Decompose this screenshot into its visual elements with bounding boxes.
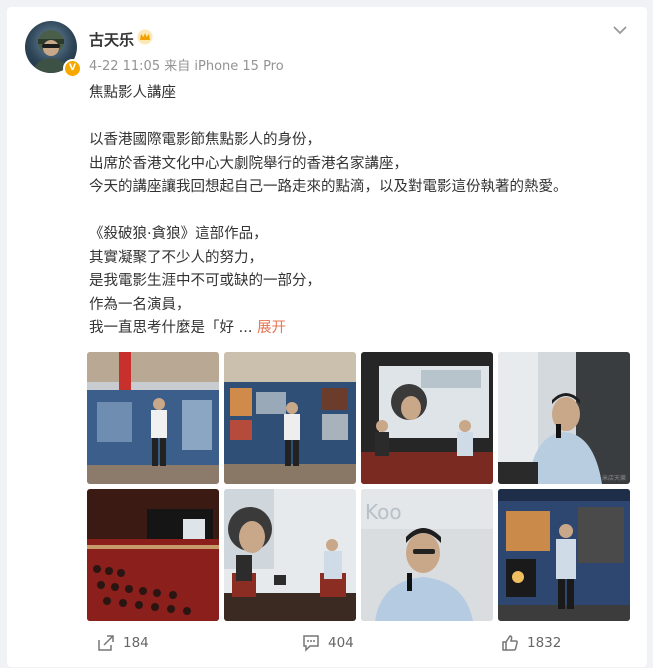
photo-watermark: 米店天樂 <box>602 474 626 482</box>
weibo-post-card: V 古天乐 4-22 11:05 来自 iPhone 15 Pro 焦點影人講座… <box>7 7 647 667</box>
comment-icon <box>303 635 319 652</box>
post-line: 《殺破狼·貪狼》這部作品， <box>89 226 268 242</box>
timestamp[interactable]: 4-22 11:05 <box>89 59 160 74</box>
share-button[interactable]: 184 <box>97 625 149 661</box>
action-bar: 184 404 1832 <box>7 625 647 661</box>
post-meta: 4-22 11:05 来自 iPhone 15 Pro <box>89 55 284 74</box>
like-button[interactable]: 1832 <box>501 625 561 661</box>
expand-link[interactable]: 展开 <box>257 320 286 336</box>
chevron-down-icon[interactable] <box>610 20 630 40</box>
share-count: 184 <box>123 635 149 651</box>
username[interactable]: 古天乐 <box>89 29 134 50</box>
share-icon <box>98 635 114 651</box>
post-line-last: 我一直思考什麼是「好 ... 展开 <box>89 317 619 341</box>
post-line: 今天的講座讓我回想起自己一路走來的點滴，以及對電影這份執著的熱愛。 <box>89 179 568 195</box>
crown-icon <box>137 29 153 45</box>
like-count: 1832 <box>527 635 562 651</box>
photo-closeup-smile[interactable]: Koo <box>361 489 493 621</box>
post-line: 焦點影人講座 <box>89 85 176 101</box>
verified-badge-icon: V <box>63 59 82 78</box>
post-source: 来自 iPhone 15 Pro <box>164 59 284 74</box>
photo-exhibition-standing[interactable] <box>87 352 219 484</box>
post-line-truncated: 我一直思考什麼是「好 <box>89 320 239 336</box>
comment-count: 404 <box>328 635 354 651</box>
comment-button[interactable]: 404 <box>302 625 354 661</box>
post-text: 焦點影人講座 以香港國際電影節焦點影人的身份， 出席於香港文化中心大劇院舉行的香… <box>89 82 619 341</box>
photo-exhibition-wall[interactable] <box>224 352 356 484</box>
svg-text:Koo: Koo <box>365 500 402 524</box>
post-line: 出席於香港文化中心大劇院舉行的香港名家講座， <box>89 155 408 172</box>
photo-speaker-microphone[interactable]: 米店天樂 <box>498 352 630 484</box>
photo-stage-seated-pair[interactable] <box>224 489 356 621</box>
post-line: 其實凝聚了不少人的努力， <box>89 249 263 266</box>
post-line: 是我電影生涯中不可或缺的一部分， <box>89 273 321 289</box>
photo-stage-talk-wide[interactable] <box>361 352 493 484</box>
post-line: 以香港國際電影節焦點影人的身份， <box>89 132 321 148</box>
ellipsis: ... <box>238 320 253 336</box>
photo-poster-wall[interactable] <box>498 489 630 621</box>
photo-theatre-audience[interactable] <box>87 489 219 621</box>
post-line: 作為一名演員， <box>89 296 191 313</box>
thumbs-up-icon <box>502 635 518 651</box>
